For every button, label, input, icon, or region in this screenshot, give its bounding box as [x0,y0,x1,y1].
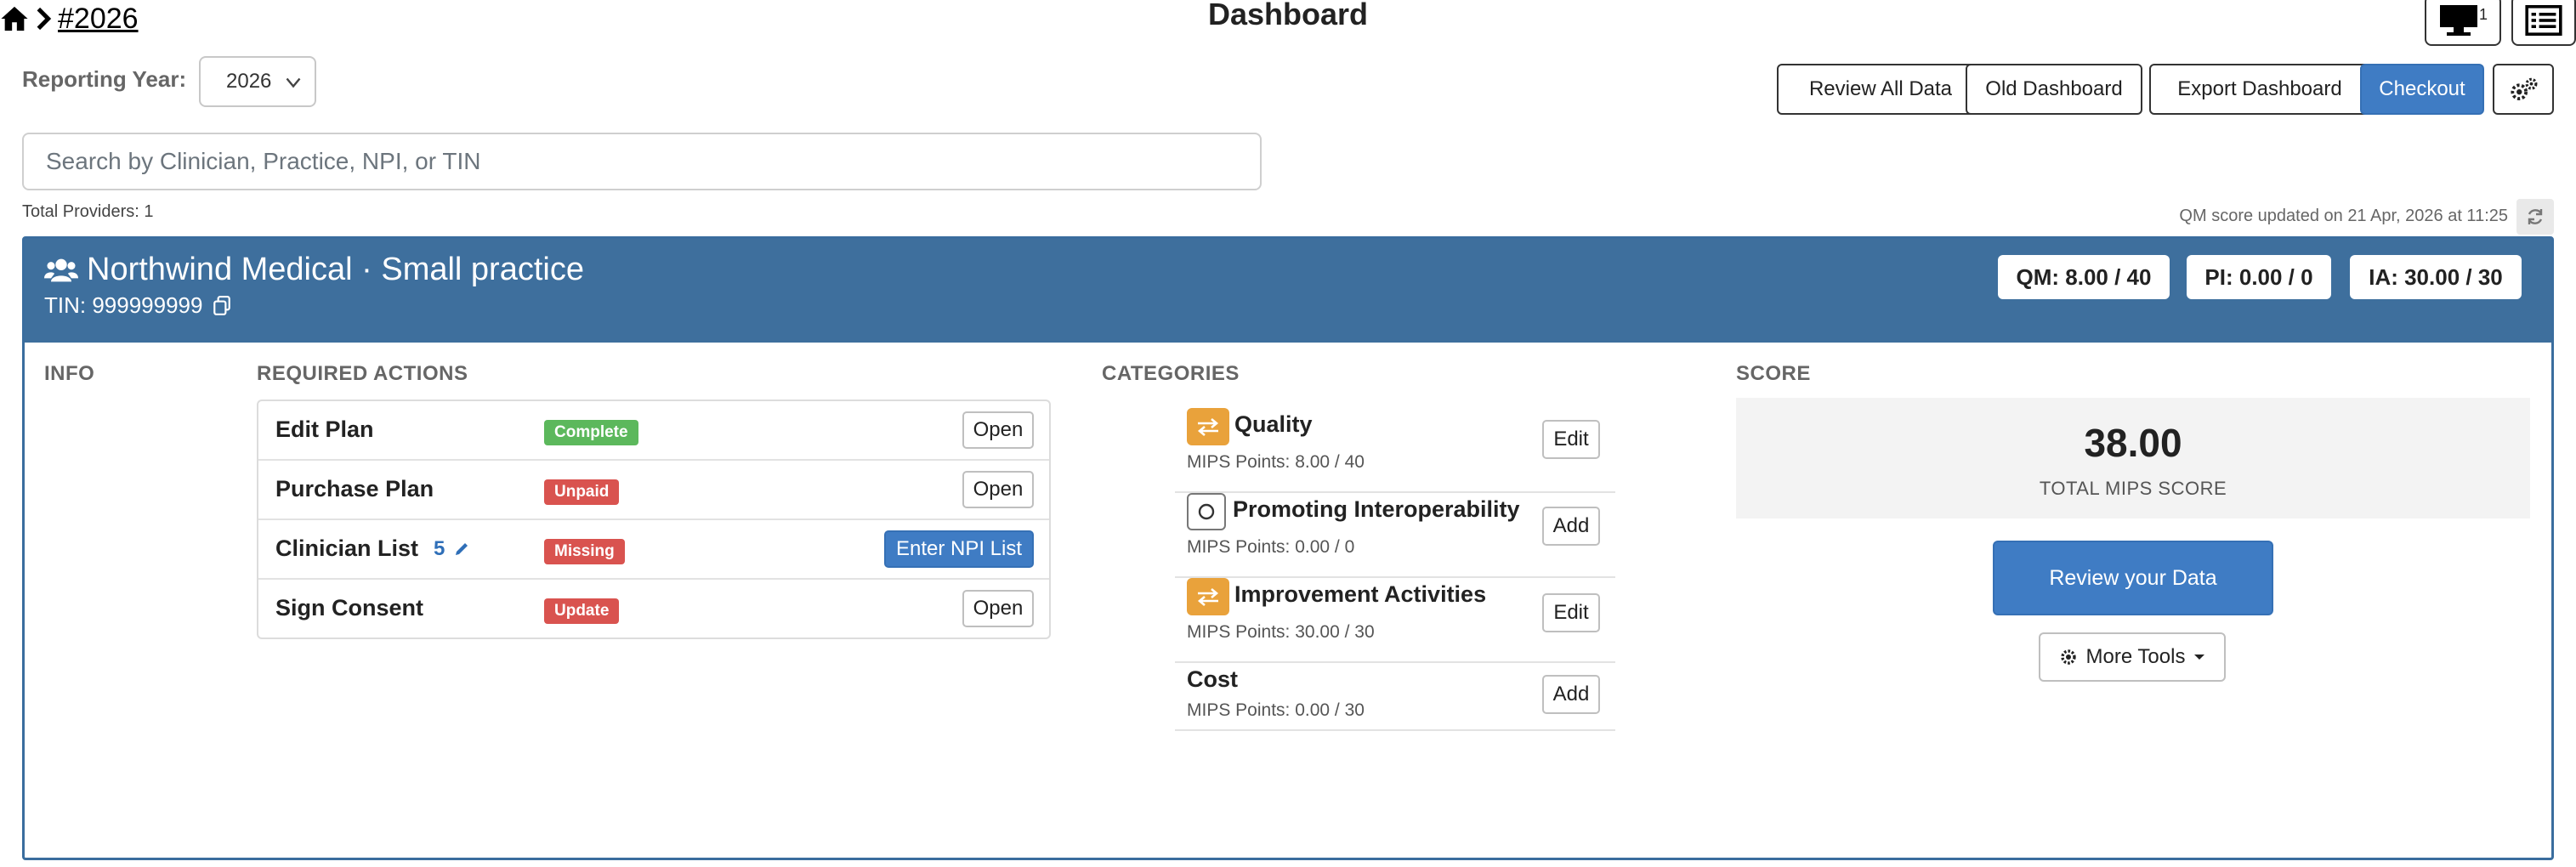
export-dashboard-button[interactable]: Export Dashboard [2149,64,2370,115]
checkout-button[interactable]: Checkout [2360,64,2484,115]
action-row-clinician-list: Clinician List 5 Missing Enter NPI List [258,520,1049,580]
categories-heading: CATEGORIES [1102,362,1240,385]
action-row-sign-consent: Sign Consent Update Open [258,580,1049,639]
status-badge: Complete [544,420,638,445]
total-mips-score: 38.00 [2084,421,2182,465]
edit-quality-button[interactable]: Edit [1542,420,1600,459]
category-cost: Cost MIPS Points: 0.00 / 30 Add [1175,663,1615,731]
chevron-down-icon [286,77,301,88]
old-dashboard-button[interactable]: Old Dashboard [1966,64,2142,115]
open-edit-plan-button[interactable]: Open [962,411,1034,449]
practice-title: Northwind Medical · Small practice [44,252,584,288]
tin-value: TIN: 999999999 [44,292,203,318]
status-badge: Missing [544,539,625,564]
category-points: MIPS Points: 0.00 / 0 [1187,537,1355,557]
edit-ia-button[interactable]: Edit [1542,593,1600,632]
ia-score-badge: IA: 30.00 / 30 [2350,255,2522,299]
total-providers: Total Providers: 1 [22,202,154,221]
gears-icon [2511,77,2538,100]
gear-icon [2060,649,2076,665]
add-cost-button[interactable]: Add [1542,675,1600,714]
action-label-wrap: Purchase Plan [275,476,434,502]
action-label: Purchase Plan [275,476,434,502]
more-tools-label: More Tools [2085,645,2186,668]
info-heading: INFO [44,362,95,385]
clinician-count-link[interactable]: 5 [434,537,470,561]
required-actions-list: Edit Plan Complete Open Purchase Plan Un… [257,400,1051,639]
list-icon [2525,5,2562,36]
copy-icon[interactable] [213,295,231,316]
category-points: MIPS Points: 30.00 / 30 [1187,622,1375,642]
arrows-icon [1187,408,1229,445]
home-icon[interactable] [0,4,29,33]
caret-down-icon [2194,654,2205,660]
category-improvement-activities: Improvement Activities MIPS Points: 30.0… [1175,578,1615,663]
more-tools-dropdown[interactable]: More Tools [2039,632,2226,682]
practice-name: Northwind Medical · Small practice [87,252,584,287]
breadcrumb-year-link[interactable]: #2026 [58,3,139,36]
category-quality: Quality MIPS Points: 8.00 / 40 Edit [1175,408,1615,493]
action-label-wrap: Edit Plan [275,416,374,443]
category-points: MIPS Points: 8.00 / 40 [1187,452,1365,472]
review-your-data-button[interactable]: Review your Data [1993,541,2273,615]
category-name: Improvement Activities [1234,581,1487,607]
category-name: Cost [1187,666,1238,692]
status-badge: Update [544,598,620,624]
required-actions-heading: REQUIRED ACTIONS [257,362,468,385]
monitor-button[interactable]: 1 [2425,0,2501,46]
reporting-year-label: Reporting Year: [22,66,187,92]
qm-updated-text: QM score updated on 21 Apr, 2026 at 11:2… [2179,207,2508,225]
enter-npi-list-button[interactable]: Enter NPI List [884,530,1034,568]
status-badge: Unpaid [544,479,620,505]
reporting-year-value: 2026 [226,70,272,93]
action-label-wrap: Sign Consent [275,595,423,621]
refresh-icon [2528,209,2543,224]
open-purchase-plan-button[interactable]: Open [962,471,1034,508]
action-label: Edit Plan [275,416,374,442]
circle-icon [1187,493,1226,530]
refresh-button[interactable] [2516,199,2554,235]
add-pi-button[interactable]: Add [1542,507,1600,546]
page-title: Dashboard [1207,0,1369,31]
action-label: Clinician List [275,536,419,561]
breadcrumb: #2026 [0,0,139,37]
chevron-right-icon [37,7,52,31]
score-heading: SCORE [1736,362,1811,385]
users-icon [44,258,78,281]
total-mips-label: TOTAL MIPS SCORE [2039,478,2227,499]
action-label-wrap: Clinician List 5 [275,536,470,562]
reporting-year-select[interactable]: 2026 [199,56,316,107]
qm-score-badge: QM: 8.00 / 40 [1998,255,2170,299]
arrows-icon [1187,578,1229,615]
review-all-data-button[interactable]: Review All Data [1777,64,1984,115]
category-name: Quality [1234,411,1313,437]
monitor-count: 1 [2478,5,2488,23]
category-promoting-interoperability: Promoting Interoperability MIPS Points: … [1175,493,1615,578]
practice-tin: TIN: 999999999 [44,292,231,319]
action-row-purchase-plan: Purchase Plan Unpaid Open [258,461,1049,520]
pi-score-badge: PI: 0.00 / 0 [2187,255,2331,299]
action-label: Sign Consent [275,595,423,620]
list-view-button[interactable] [2511,0,2576,46]
search-input[interactable] [22,133,1262,190]
category-points: MIPS Points: 0.00 / 30 [1187,700,1365,720]
action-row-edit-plan: Edit Plan Complete Open [258,401,1049,461]
pencil-icon [456,542,468,555]
clinician-count: 5 [434,536,445,560]
category-name: Promoting Interoperability [1233,496,1520,522]
settings-button[interactable] [2493,64,2554,115]
open-sign-consent-button[interactable]: Open [962,590,1034,627]
monitor-icon [2439,5,2477,36]
